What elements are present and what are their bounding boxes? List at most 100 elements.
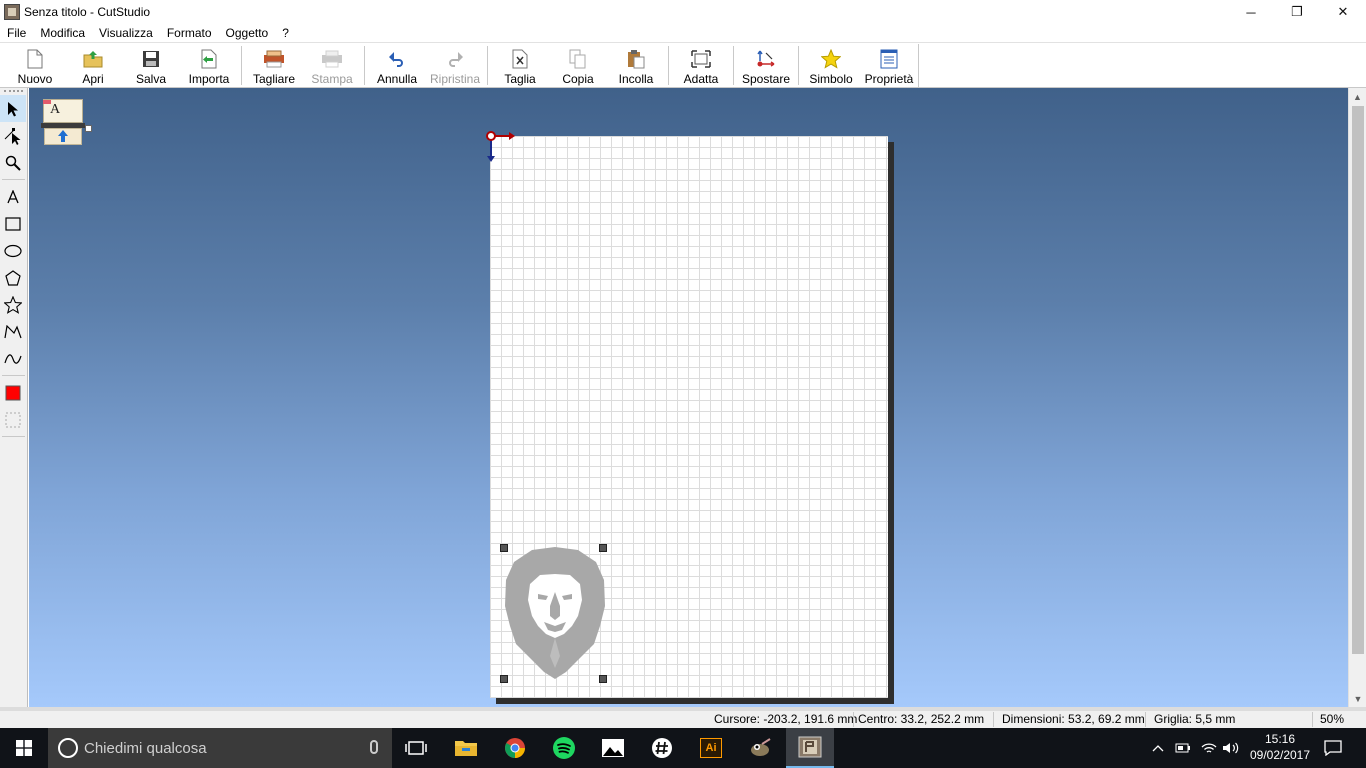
text-tool[interactable] (0, 183, 26, 210)
taskbar-spotify[interactable] (540, 728, 588, 768)
symbol-button[interactable]: Simbolo (802, 44, 860, 88)
main-toolbar: Nuovo Apri Salva Importa Tagliare Stampa (0, 44, 1366, 88)
status-dimensions: Dimensioni: 53.2, 69.2 mm (1002, 712, 1145, 726)
polygon-tool[interactable] (0, 264, 26, 291)
scrollbar-thumb[interactable] (1352, 106, 1364, 654)
tray-chevron-up-icon[interactable] (1148, 728, 1168, 768)
battery-icon[interactable] (1172, 728, 1194, 768)
cut-plot-button[interactable]: Tagliare (245, 44, 303, 88)
cortana-search-box[interactable]: Chiedimi qualcosa (48, 728, 392, 768)
windows-taskbar: Chiedimi qualcosa Ai 15:16 09/02/2017 (0, 728, 1366, 768)
microphone-icon[interactable] (370, 740, 378, 754)
rectangle-tool[interactable] (0, 210, 26, 237)
fill-color-tool[interactable] (0, 379, 26, 406)
status-center: Centro: 33.2, 252.2 mm (858, 712, 985, 726)
bezier-curve-icon (4, 353, 22, 364)
new-label: Nuovo (17, 72, 53, 86)
select-tool[interactable] (0, 95, 26, 122)
toolbar-separator (241, 46, 242, 85)
properties-list-icon (878, 48, 900, 70)
slack-hash-icon (652, 738, 672, 758)
ellipse-tool[interactable] (0, 237, 26, 264)
text-object-handle[interactable] (85, 125, 92, 132)
menu-modifica[interactable]: Modifica (33, 24, 92, 43)
zoom-tool[interactable] (0, 149, 26, 176)
status-bar: Cursore: -203.2, 191.6 mm Centro: 33.2, … (0, 711, 1366, 728)
print-button[interactable]: Stampa (303, 44, 361, 88)
scroll-down-arrow-icon[interactable]: ▼ (1349, 690, 1366, 707)
undo-button[interactable]: Annulla (368, 44, 426, 88)
action-center-icon[interactable] (1318, 728, 1348, 768)
polyline-icon (4, 324, 22, 338)
maximize-button[interactable]: ❐ (1274, 0, 1320, 24)
save-button[interactable]: Salva (122, 44, 180, 88)
drawing-toolbox (0, 88, 28, 707)
selection-handle-top-right[interactable] (599, 544, 607, 552)
clock-time: 15:16 (1264, 732, 1296, 746)
import-button[interactable]: Importa (180, 44, 238, 88)
printer-icon (321, 48, 343, 70)
vertical-scrollbar[interactable]: ▲ ▼ (1348, 88, 1366, 707)
system-clock[interactable]: 15:16 09/02/2017 (1240, 731, 1320, 763)
task-view-button[interactable] (392, 728, 440, 768)
magnifier-icon (5, 155, 21, 171)
node-edit-tool[interactable] (0, 122, 26, 149)
menu-file[interactable]: File (0, 24, 33, 43)
toolbar-separator (733, 46, 734, 85)
new-button[interactable]: Nuovo (6, 44, 64, 88)
selected-lion-graphic[interactable] (500, 544, 610, 683)
taskbar-chrome[interactable] (491, 728, 539, 768)
paste-label: Incolla (618, 72, 654, 86)
ellipse-icon (4, 244, 22, 257)
wifi-icon[interactable] (1198, 728, 1220, 768)
text-object-marker (43, 100, 51, 104)
redo-button[interactable]: Ripristina (426, 44, 484, 88)
polyline-tool[interactable] (0, 318, 26, 345)
open-button[interactable]: Apri (64, 44, 122, 88)
scroll-up-arrow-icon[interactable]: ▲ (1349, 88, 1366, 105)
close-button[interactable]: ✕ (1320, 0, 1366, 24)
menu-bar: File Modifica Visualizza Formato Oggetto… (0, 24, 1366, 43)
properties-button[interactable]: Proprietà (860, 44, 918, 88)
pointer-arrow-icon (8, 101, 18, 116)
cortana-circle-icon (58, 738, 78, 758)
start-button[interactable] (0, 728, 48, 768)
copy-button[interactable]: Copia (549, 44, 607, 88)
selection-handle-bottom-right[interactable] (599, 675, 607, 683)
menu-help[interactable]: ? (275, 24, 296, 43)
copy-icon (567, 48, 589, 70)
curve-tool[interactable] (0, 345, 26, 372)
move-button[interactable]: Spostare (737, 44, 795, 88)
cut-button[interactable]: Taglia (491, 44, 549, 88)
paste-button[interactable]: Incolla (607, 44, 665, 88)
illustrator-label: Ai (705, 742, 717, 754)
undo-arrow-icon (386, 48, 408, 70)
illustrator-icon: Ai (700, 738, 722, 758)
dashed-frame-tool[interactable] (0, 406, 26, 433)
menu-visualizza[interactable]: Visualizza (92, 24, 160, 43)
selection-handle-top-left[interactable] (500, 544, 508, 552)
volume-icon[interactable] (1220, 728, 1242, 768)
copy-label: Copia (562, 72, 594, 86)
taskbar-slack[interactable] (638, 728, 686, 768)
cutstudio-app-icon[interactable] (4, 4, 20, 20)
star-tool[interactable] (0, 291, 26, 318)
dashed-rectangle-icon (5, 412, 21, 427)
origin-axis-indicator[interactable] (481, 128, 521, 164)
taskbar-file-explorer[interactable] (442, 728, 490, 768)
cut-plot-label: Tagliare (252, 72, 296, 86)
menu-oggetto[interactable]: Oggetto (219, 24, 276, 43)
save-label: Salva (135, 72, 167, 86)
fit-button[interactable]: Adatta (672, 44, 730, 88)
menu-formato[interactable]: Formato (160, 24, 219, 43)
minimize-button[interactable]: ─ (1228, 0, 1274, 24)
cutstudio-icon (798, 736, 822, 758)
text-object-thumbnail[interactable]: A (41, 99, 93, 149)
taskbar-gimp[interactable] (736, 728, 784, 768)
taskbar-illustrator[interactable]: Ai (687, 728, 735, 768)
selection-handle-bottom-left[interactable] (500, 675, 508, 683)
drawing-canvas[interactable]: A (29, 88, 1348, 707)
text-object-glyph: A (50, 102, 61, 117)
taskbar-photos[interactable] (589, 728, 637, 768)
taskbar-cutstudio[interactable] (786, 728, 834, 768)
